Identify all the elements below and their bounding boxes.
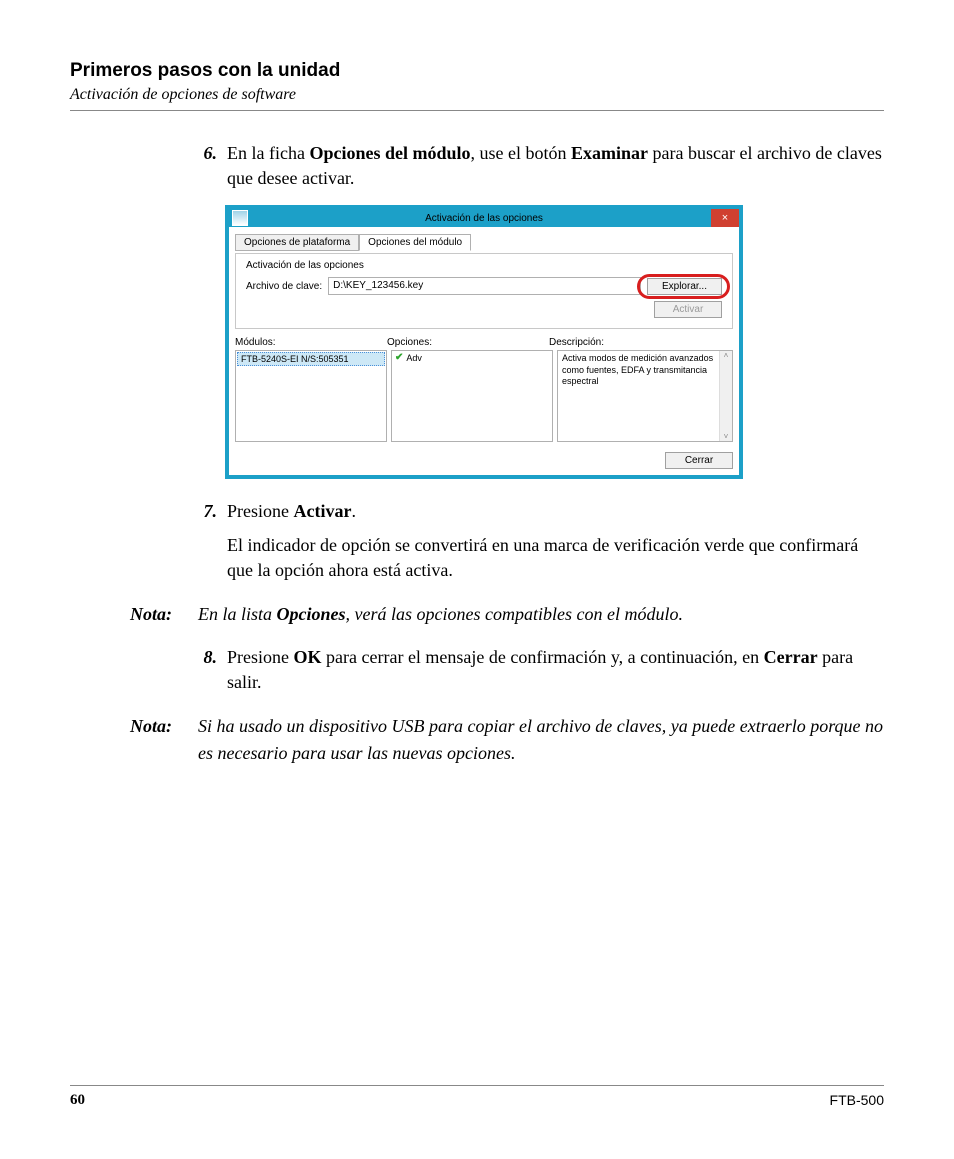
- scroll-down-icon[interactable]: ˅: [724, 432, 729, 441]
- page-number: 60: [70, 1092, 85, 1109]
- scroll-up-icon[interactable]: ˄: [724, 351, 729, 360]
- option-item[interactable]: ✔ Adv: [392, 351, 552, 364]
- app-icon: [232, 210, 248, 226]
- dialog-screenshot: Activación de las opciones × Opciones de…: [225, 205, 743, 479]
- step-6: 6. En la ficha Opciones del módulo, use …: [185, 141, 884, 191]
- page-subtitle: Activación de opciones de software: [70, 86, 884, 104]
- note-text: Si ha usado un dispositivo USB para copi…: [198, 713, 884, 765]
- step-number: 8.: [185, 645, 227, 695]
- note-2: Nota: Si ha usado un dispositivo USB par…: [130, 713, 884, 765]
- modules-label: Módulos:: [235, 337, 387, 348]
- module-item[interactable]: FTB-5240S-EI N/S:505351: [237, 352, 385, 366]
- option-item-label: Adv: [406, 353, 422, 363]
- model-label: FTB-500: [830, 1092, 884, 1109]
- step-text: Presione Activar. El indicador de opción…: [227, 499, 884, 583]
- step-text: Presione OK para cerrar el mensaje de co…: [227, 645, 884, 695]
- description-text: Activa modos de medición avanzados como …: [558, 351, 732, 389]
- dialog-title: Activación de las opciones: [229, 213, 739, 224]
- description-label: Descripción:: [549, 337, 733, 348]
- close-button[interactable]: Cerrar: [665, 452, 733, 469]
- group-title: Activación de las opciones: [246, 260, 722, 271]
- step-text: En la ficha Opciones del módulo, use el …: [227, 141, 884, 191]
- close-icon[interactable]: ×: [711, 209, 739, 227]
- dialog-titlebar: Activación de las opciones ×: [229, 209, 739, 227]
- step-8: 8. Presione OK para cerrar el mensaje de…: [185, 645, 884, 695]
- tab-platform[interactable]: Opciones de plataforma: [235, 234, 359, 251]
- key-file-label: Archivo de clave:: [246, 281, 322, 292]
- modules-list[interactable]: FTB-5240S-EI N/S:505351: [235, 350, 387, 442]
- tabs: Opciones de plataforma Opciones del módu…: [235, 233, 733, 250]
- header-rule: [70, 110, 884, 111]
- scrollbar[interactable]: ˄ ˅: [719, 351, 732, 441]
- browse-button[interactable]: Explorar...: [647, 278, 722, 295]
- options-list[interactable]: ✔ Adv: [391, 350, 553, 442]
- page-title: Primeros pasos con la unidad: [70, 60, 884, 82]
- step-7: 7. Presione Activar. El indicador de opc…: [185, 499, 884, 583]
- key-file-input[interactable]: D:\KEY_123456.key: [328, 277, 641, 295]
- note-label: Nota:: [130, 713, 198, 765]
- step-number: 6.: [185, 141, 227, 191]
- page-footer: 60 FTB-500: [70, 1085, 884, 1109]
- note-1: Nota: En la lista Opciones, verá las opc…: [130, 601, 884, 627]
- step-number: 7.: [185, 499, 227, 583]
- check-icon: ✔: [395, 352, 403, 363]
- activate-button[interactable]: Activar: [654, 301, 722, 318]
- note-text: En la lista Opciones, verá las opciones …: [198, 601, 884, 627]
- note-label: Nota:: [130, 601, 198, 627]
- footer-rule: [70, 1085, 884, 1086]
- activation-group: Activación de las opciones Archivo de cl…: [235, 253, 733, 329]
- tab-module[interactable]: Opciones del módulo: [359, 234, 471, 251]
- options-label: Opciones:: [387, 337, 549, 348]
- description-box: Activa modos de medición avanzados como …: [557, 350, 733, 442]
